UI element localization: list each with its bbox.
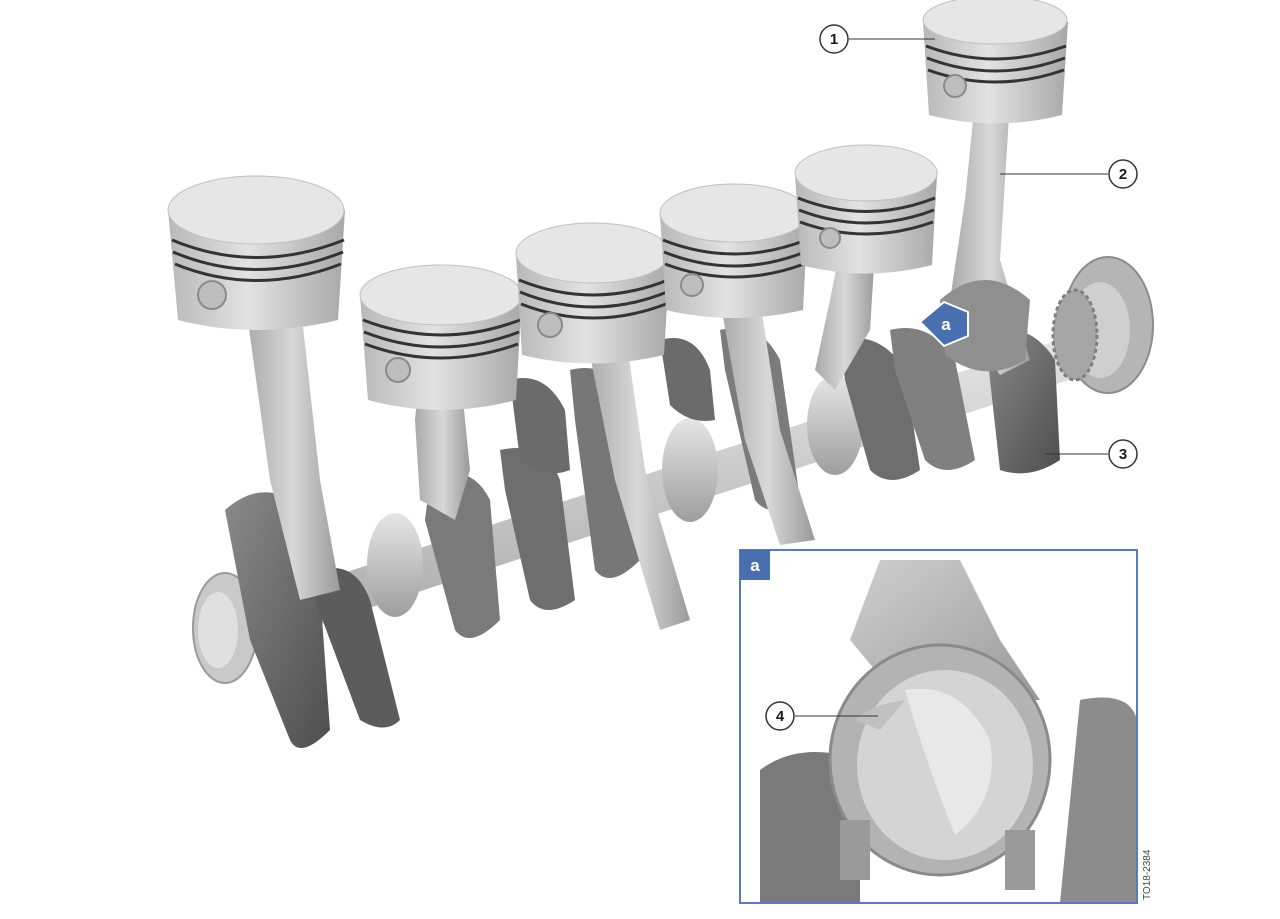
svg-text:a: a bbox=[750, 556, 760, 575]
piston-assembly-2 bbox=[359, 264, 523, 520]
sprocket bbox=[1051, 288, 1099, 382]
crank-drive-illustration: a 1 2 3 a TO18-2384 4 bbox=[167, 0, 1154, 904]
svg-text:a: a bbox=[941, 315, 951, 334]
svg-text:3: 3 bbox=[1119, 446, 1127, 463]
svg-text:4: 4 bbox=[776, 708, 785, 725]
callout-1: 1 bbox=[819, 24, 935, 54]
detail-inset: a TO18-2384 bbox=[739, 549, 1153, 904]
svg-text:TO18-2384: TO18-2384 bbox=[1142, 849, 1153, 900]
svg-text:2: 2 bbox=[1119, 166, 1127, 183]
callout-2: 2 bbox=[1000, 159, 1138, 189]
svg-text:1: 1 bbox=[830, 31, 838, 48]
